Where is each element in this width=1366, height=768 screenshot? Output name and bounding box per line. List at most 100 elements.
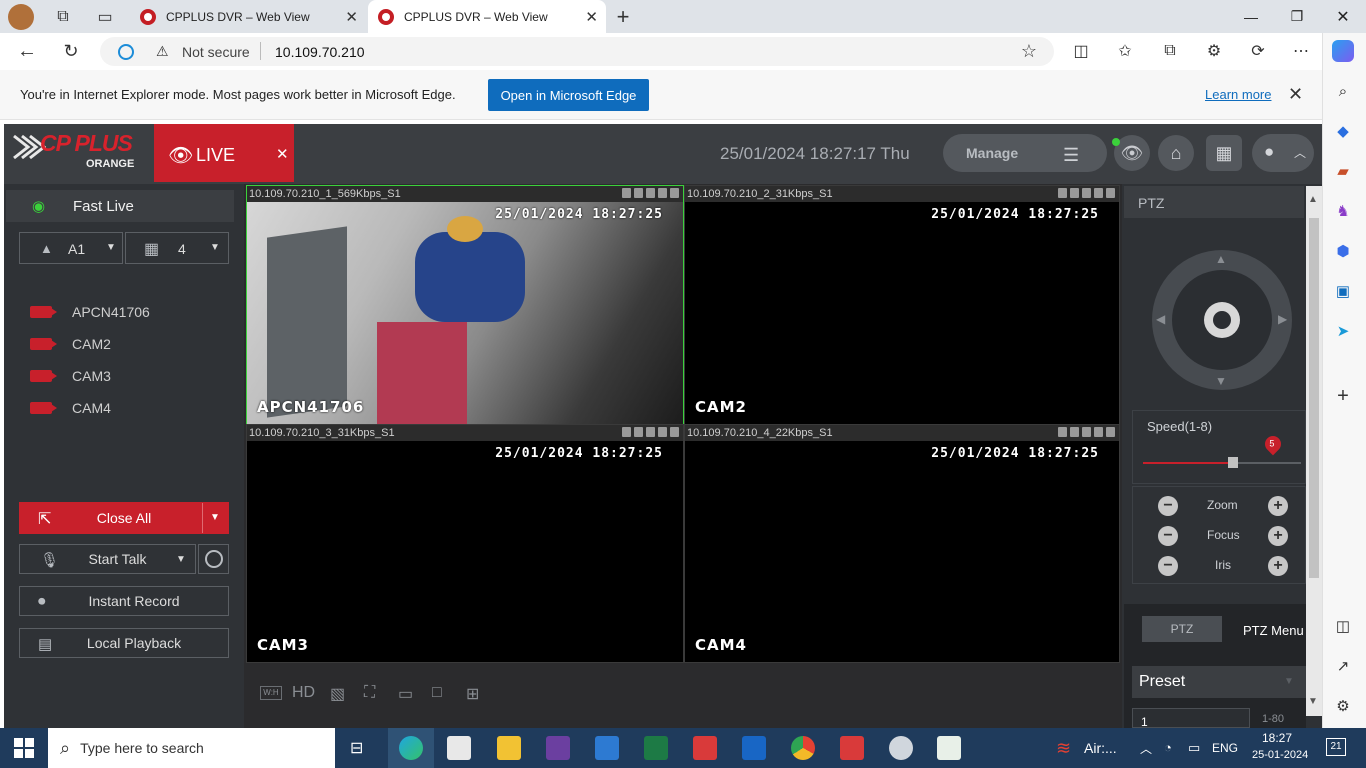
home-button[interactable]: ⌂ — [1158, 135, 1194, 171]
snapshot-icon[interactable] — [622, 188, 631, 198]
clock-date[interactable]: 25-01-2024 — [1252, 749, 1308, 761]
close-icon[interactable] — [1106, 188, 1115, 198]
ptz-left-icon[interactable]: ◀ — [1156, 312, 1165, 326]
audio-icon[interactable] — [646, 188, 655, 198]
extensions-icon[interactable]: ⚙ — [1199, 36, 1229, 66]
camera-item[interactable]: CAM2 — [30, 334, 111, 354]
ptz-center-button[interactable] — [1204, 302, 1240, 338]
minimize-icon[interactable]: — — [1228, 0, 1274, 33]
close-tab-icon[interactable]: ✕ — [585, 8, 598, 26]
close-tab-icon[interactable]: ✕ — [345, 8, 358, 26]
window-icon[interactable]: ▭ — [398, 684, 413, 704]
sidebar-toggle-icon[interactable]: ◫ — [1333, 616, 1353, 636]
single-view-icon[interactable]: □ — [432, 684, 442, 702]
manage-button[interactable]: Manage ☰ — [943, 134, 1107, 172]
settings-gear-icon[interactable]: ⚙ — [1333, 696, 1353, 716]
notifications-badge[interactable]: 21 — [1326, 738, 1346, 756]
show-hidden-icons[interactable]: ︿ — [1140, 740, 1152, 757]
favorites-icon[interactable]: ✩ — [1110, 36, 1140, 66]
collections-icon[interactable]: ⧉ — [1155, 36, 1185, 66]
ptz-tab[interactable]: PTZ — [1142, 616, 1222, 642]
video-tile-4[interactable]: 10.109.70.210_4_22Kbps_S1 25/01/2024 18:… — [684, 424, 1120, 663]
layout-select[interactable]: ▦ 4 ▼ — [125, 232, 229, 264]
close-banner-icon[interactable]: ✕ — [1288, 84, 1303, 105]
snapshot-icon[interactable] — [622, 427, 631, 437]
task-view-icon[interactable]: ⊟ — [350, 738, 363, 758]
air-quality-icon[interactable]: ≋ — [1056, 738, 1071, 759]
ie-reload-icon[interactable]: ⟳ — [1243, 36, 1273, 66]
store-app-icon[interactable] — [447, 736, 471, 760]
url-text[interactable]: 10.109.70.210 — [275, 44, 365, 60]
wifi-icon[interactable]: ◔ — [1164, 740, 1172, 755]
ie-mode-icon[interactable] — [118, 44, 134, 60]
snapshot-icon[interactable] — [1058, 188, 1067, 198]
scrollbar-thumb[interactable] — [1309, 218, 1319, 578]
record-icon[interactable] — [634, 427, 643, 437]
iris-close-button[interactable]: − — [1158, 556, 1178, 576]
clock-time[interactable]: 18:27 — [1262, 731, 1292, 745]
anydesk-app-icon[interactable] — [693, 736, 717, 760]
send-icon[interactable]: ➤ — [1333, 321, 1353, 341]
profile-avatar[interactable] — [8, 4, 34, 30]
quad-view-icon[interactable]: ⊞ — [466, 684, 479, 704]
audio-icon[interactable] — [1082, 427, 1091, 437]
new-tab-icon[interactable]: + — [608, 2, 638, 32]
learn-more-link[interactable]: Learn more — [1205, 87, 1271, 102]
record-icon[interactable] — [1070, 427, 1079, 437]
file-explorer-icon[interactable] — [497, 736, 521, 760]
close-icon[interactable] — [1106, 427, 1115, 437]
stream-type-icon[interactable]: ▧ — [330, 684, 345, 704]
focus-near-button[interactable]: − — [1158, 526, 1178, 546]
group-select[interactable]: ▲ A1 ▼ — [19, 232, 123, 264]
warning-icon[interactable]: ⚠ — [156, 43, 169, 60]
external-link-icon[interactable]: ↗ — [1333, 656, 1353, 676]
ptz-menu-tab[interactable]: PTZ Menu — [1243, 623, 1304, 638]
fast-live-item[interactable]: ◉ Fast Live — [6, 190, 234, 222]
scroll-down-icon[interactable]: ▼ — [1308, 696, 1318, 707]
workspaces-icon[interactable]: ⧉ — [48, 2, 78, 32]
ptz-direction-pad[interactable]: ▲ ▼ ◀ ▶ — [1152, 250, 1292, 390]
copilot-icon[interactable] — [1332, 40, 1354, 62]
zoom-icon[interactable] — [1094, 188, 1103, 198]
outlook-app-icon[interactable] — [742, 736, 766, 760]
focus-far-button[interactable]: + — [1268, 526, 1288, 546]
ptz-down-icon[interactable]: ▼ — [1215, 374, 1227, 388]
hd-button[interactable]: HD — [292, 684, 315, 702]
camera-item[interactable]: APCN41706 — [30, 302, 150, 322]
excel-app-icon[interactable] — [644, 736, 668, 760]
audio-icon[interactable] — [1082, 188, 1091, 198]
live-tab[interactable]: 👁 LIVE ✕ — [154, 124, 294, 182]
tab-actions-icon[interactable]: ▭ — [90, 2, 120, 32]
battery-icon[interactable]: ▭ — [1188, 740, 1200, 756]
chevron-down-icon[interactable]: ▼ — [176, 554, 186, 565]
chrome-app-icon[interactable] — [791, 736, 815, 760]
search-icon[interactable]: ⌕ — [1333, 81, 1353, 101]
chevron-down-icon[interactable]: ▼ — [210, 512, 220, 523]
zoom-in-button[interactable]: + — [1268, 496, 1288, 516]
close-window-icon[interactable]: ✕ — [1320, 0, 1366, 33]
camera-item[interactable]: CAM3 — [30, 366, 111, 386]
favorite-star-icon[interactable]: ☆ — [1014, 36, 1044, 66]
snapshot-icon[interactable] — [1058, 427, 1067, 437]
close-live-tab-icon[interactable]: ✕ — [276, 145, 289, 163]
zoom-out-button[interactable]: − — [1158, 496, 1178, 516]
close-icon[interactable] — [670, 188, 679, 198]
mail-app-icon[interactable] — [595, 736, 619, 760]
document-app-icon[interactable] — [937, 736, 961, 760]
aspect-ratio-button[interactable]: W:H — [260, 686, 282, 700]
back-icon[interactable]: ← — [12, 36, 42, 66]
outlook-icon[interactable]: ▣ — [1333, 281, 1353, 301]
edge-app-icon[interactable] — [399, 736, 423, 760]
user-menu-button[interactable]: ● ︿ — [1252, 134, 1314, 172]
zoom-icon[interactable] — [1094, 427, 1103, 437]
camera-item[interactable]: CAM4 — [30, 398, 111, 418]
zoom-icon[interactable] — [658, 188, 667, 198]
office-icon[interactable]: ⬢ — [1333, 241, 1353, 261]
open-in-edge-button[interactable]: Open in Microsoft Edge — [488, 79, 649, 111]
more-menu-icon[interactable]: ⋯ — [1286, 36, 1316, 66]
weather-label[interactable]: Air:... — [1084, 740, 1117, 756]
start-talk-button[interactable]: 🎙 Start Talk ▼ — [19, 544, 196, 574]
close-all-button[interactable]: ⇱ Close All ▼ — [19, 502, 229, 534]
speed-slider-thumb[interactable] — [1228, 457, 1238, 468]
tools-icon[interactable]: ▰ — [1333, 161, 1353, 181]
